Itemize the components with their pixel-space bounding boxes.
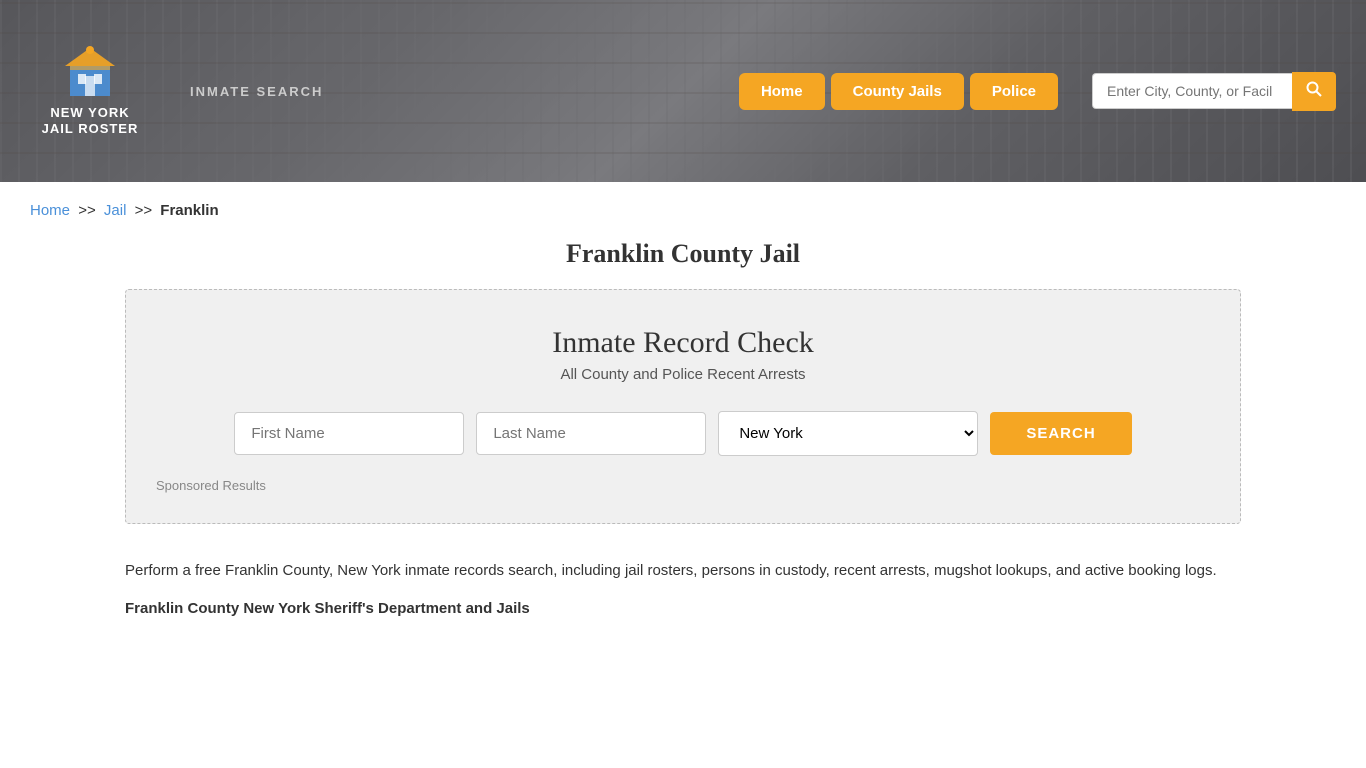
breadcrumb-jail-link[interactable]: Jail [104, 202, 127, 219]
state-select[interactable]: AlabamaAlaskaArizonaArkansasCaliforniaCo… [718, 411, 978, 456]
body-heading2: Franklin County New York Sheriff's Depar… [125, 596, 1241, 622]
logo-area: NEW YORK JAIL ROSTER [30, 46, 150, 136]
logo-icon [60, 46, 120, 101]
site-header: NEW YORK JAIL ROSTER INMATE SEARCH Home … [0, 0, 1366, 182]
logo-line2: JAIL ROSTER [42, 121, 139, 137]
breadcrumb-sep1: >> [78, 202, 96, 219]
body-paragraph1: Perform a free Franklin County, New York… [125, 558, 1241, 584]
page-title: Franklin County Jail [0, 239, 1366, 269]
header-search-bar [1092, 72, 1336, 111]
header-search-button[interactable] [1292, 72, 1336, 111]
breadcrumb-current: Franklin [160, 202, 218, 219]
last-name-input[interactable] [476, 412, 706, 455]
breadcrumb: Home >> Jail >> Franklin [0, 182, 1366, 229]
breadcrumb-sep2: >> [135, 202, 153, 219]
nav-county-jails-button[interactable]: County Jails [831, 73, 964, 110]
nav-buttons: Home County Jails Police [739, 73, 1058, 110]
logo-line1: NEW YORK [42, 105, 139, 121]
logo-text: NEW YORK JAIL ROSTER [42, 105, 139, 136]
header-content: NEW YORK JAIL ROSTER INMATE SEARCH Home … [0, 0, 1366, 182]
first-name-input[interactable] [234, 412, 464, 455]
record-check-title: Inmate Record Check [156, 326, 1210, 360]
inmate-search-form: AlabamaAlaskaArizonaArkansasCaliforniaCo… [156, 411, 1210, 456]
sponsored-results-label: Sponsored Results [156, 478, 1210, 493]
header-search-input[interactable] [1092, 73, 1292, 109]
body-content: Perform a free Franklin County, New York… [0, 548, 1366, 653]
breadcrumb-home-link[interactable]: Home [30, 202, 70, 219]
nav-home-button[interactable]: Home [739, 73, 825, 110]
record-check-subtitle: All County and Police Recent Arrests [156, 366, 1210, 383]
search-button[interactable]: SEARCH [990, 412, 1131, 455]
record-check-box: Inmate Record Check All County and Polic… [125, 289, 1241, 524]
inmate-search-label: INMATE SEARCH [190, 84, 323, 99]
nav-police-button[interactable]: Police [970, 73, 1058, 110]
